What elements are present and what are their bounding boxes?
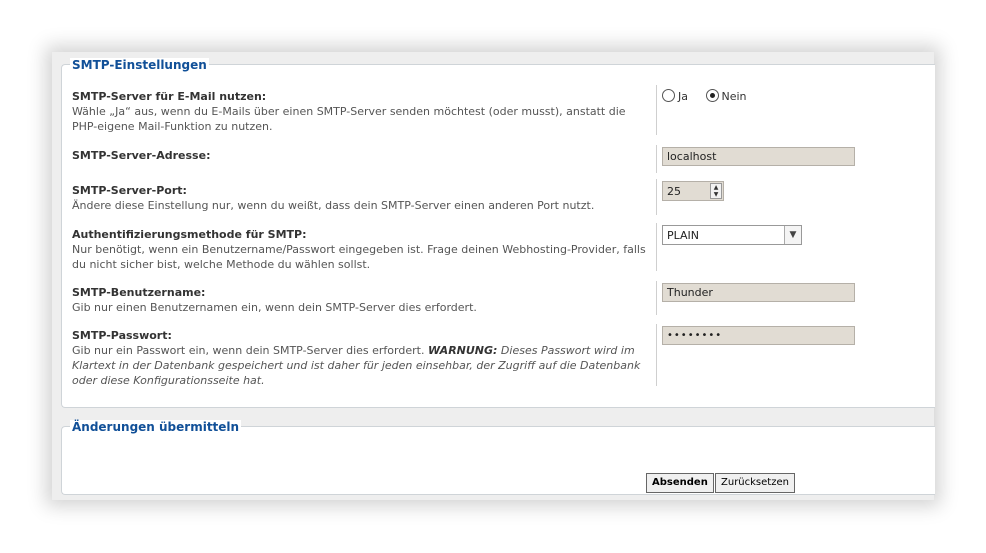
smtp-password-input[interactable]: •••••••• [662,326,855,345]
smtp-settings-legend: SMTP-Einstellungen [70,58,209,72]
radio-no[interactable] [705,89,719,102]
smtp-password-title: SMTP-Passwort: [72,329,172,342]
row-divider [656,85,657,135]
smtp-username-title: SMTP-Benutzername: [72,286,206,299]
smtp-auth-select[interactable]: PLAIN ▼ [662,225,802,245]
smtp-address-title: SMTP-Server-Adresse: [72,149,211,162]
smtp-port-description: Ändere diese Einstellung nur, wenn du we… [72,199,595,212]
smtp-port-label-block: SMTP-Server-Port: Ändere diese Einstellu… [72,183,652,213]
use-smtp-radio-group: Ja Nein [662,89,761,103]
smtp-address-label-block: SMTP-Server-Adresse: [72,148,652,163]
submit-legend: Änderungen übermitteln [70,420,242,434]
row-divider [656,223,657,271]
smtp-username-label-block: SMTP-Benutzername: Gib nur einen Benutze… [72,285,652,315]
smtp-password-description: Gib nur ein Passwort ein, wenn dein SMTP… [72,343,652,388]
radio-no-label[interactable]: Nein [722,90,747,103]
reset-button[interactable]: Zurücksetzen [715,473,795,493]
use-smtp-title: SMTP-Server für E-Mail nutzen: [72,90,267,103]
settings-panel: SMTP-Einstellungen SMTP-Server für E-Mai… [52,52,935,500]
smtp-auth-description: Nur benötigt, wenn ein Benutzername/Pass… [72,243,646,271]
smtp-port-title: SMTP-Server-Port: [72,184,187,197]
spin-up-icon[interactable]: ▲ [711,184,721,191]
submit-button[interactable]: Absenden [646,473,714,493]
smtp-password-label-block: SMTP-Passwort: Gib nur ein Passwort ein,… [72,328,652,388]
use-smtp-description: Wähle „Ja“ aus, wenn du E-Mails über ein… [72,105,626,133]
row-divider [656,324,657,386]
smtp-username-input[interactable]: Thunder [662,283,855,302]
smtp-address-input[interactable]: localhost [662,147,855,166]
port-spinner[interactable]: ▲ ▼ [710,183,722,199]
radio-yes[interactable] [662,89,675,102]
use-smtp-label-block: SMTP-Server für E-Mail nutzen: Wähle „Ja… [72,89,652,134]
password-warning-label: WARNUNG: [427,344,498,357]
smtp-settings-fieldset: SMTP-Einstellungen SMTP-Server für E-Mai… [61,58,935,408]
row-divider [656,179,657,215]
password-desc-plain: Gib nur ein Passwort ein, wenn dein SMTP… [72,344,428,357]
row-divider [656,145,657,173]
smtp-port-value: 25 [667,185,681,198]
row-divider [656,281,657,315]
smtp-auth-title: Authentifizierungsmethode für SMTP: [72,228,307,241]
smtp-auth-label-block: Authentifizierungsmethode für SMTP: Nur … [72,227,652,272]
smtp-username-description: Gib nur einen Benutzernamen ein, wenn de… [72,301,477,314]
chevron-down-icon[interactable]: ▼ [784,226,801,244]
spin-down-icon[interactable]: ▼ [711,191,721,198]
submit-fieldset: Änderungen übermitteln Absenden Zurückse… [61,420,935,495]
radio-yes-label[interactable]: Ja [678,90,688,103]
smtp-auth-selected: PLAIN [667,229,700,242]
smtp-port-input[interactable]: 25 ▲ ▼ [662,181,724,201]
